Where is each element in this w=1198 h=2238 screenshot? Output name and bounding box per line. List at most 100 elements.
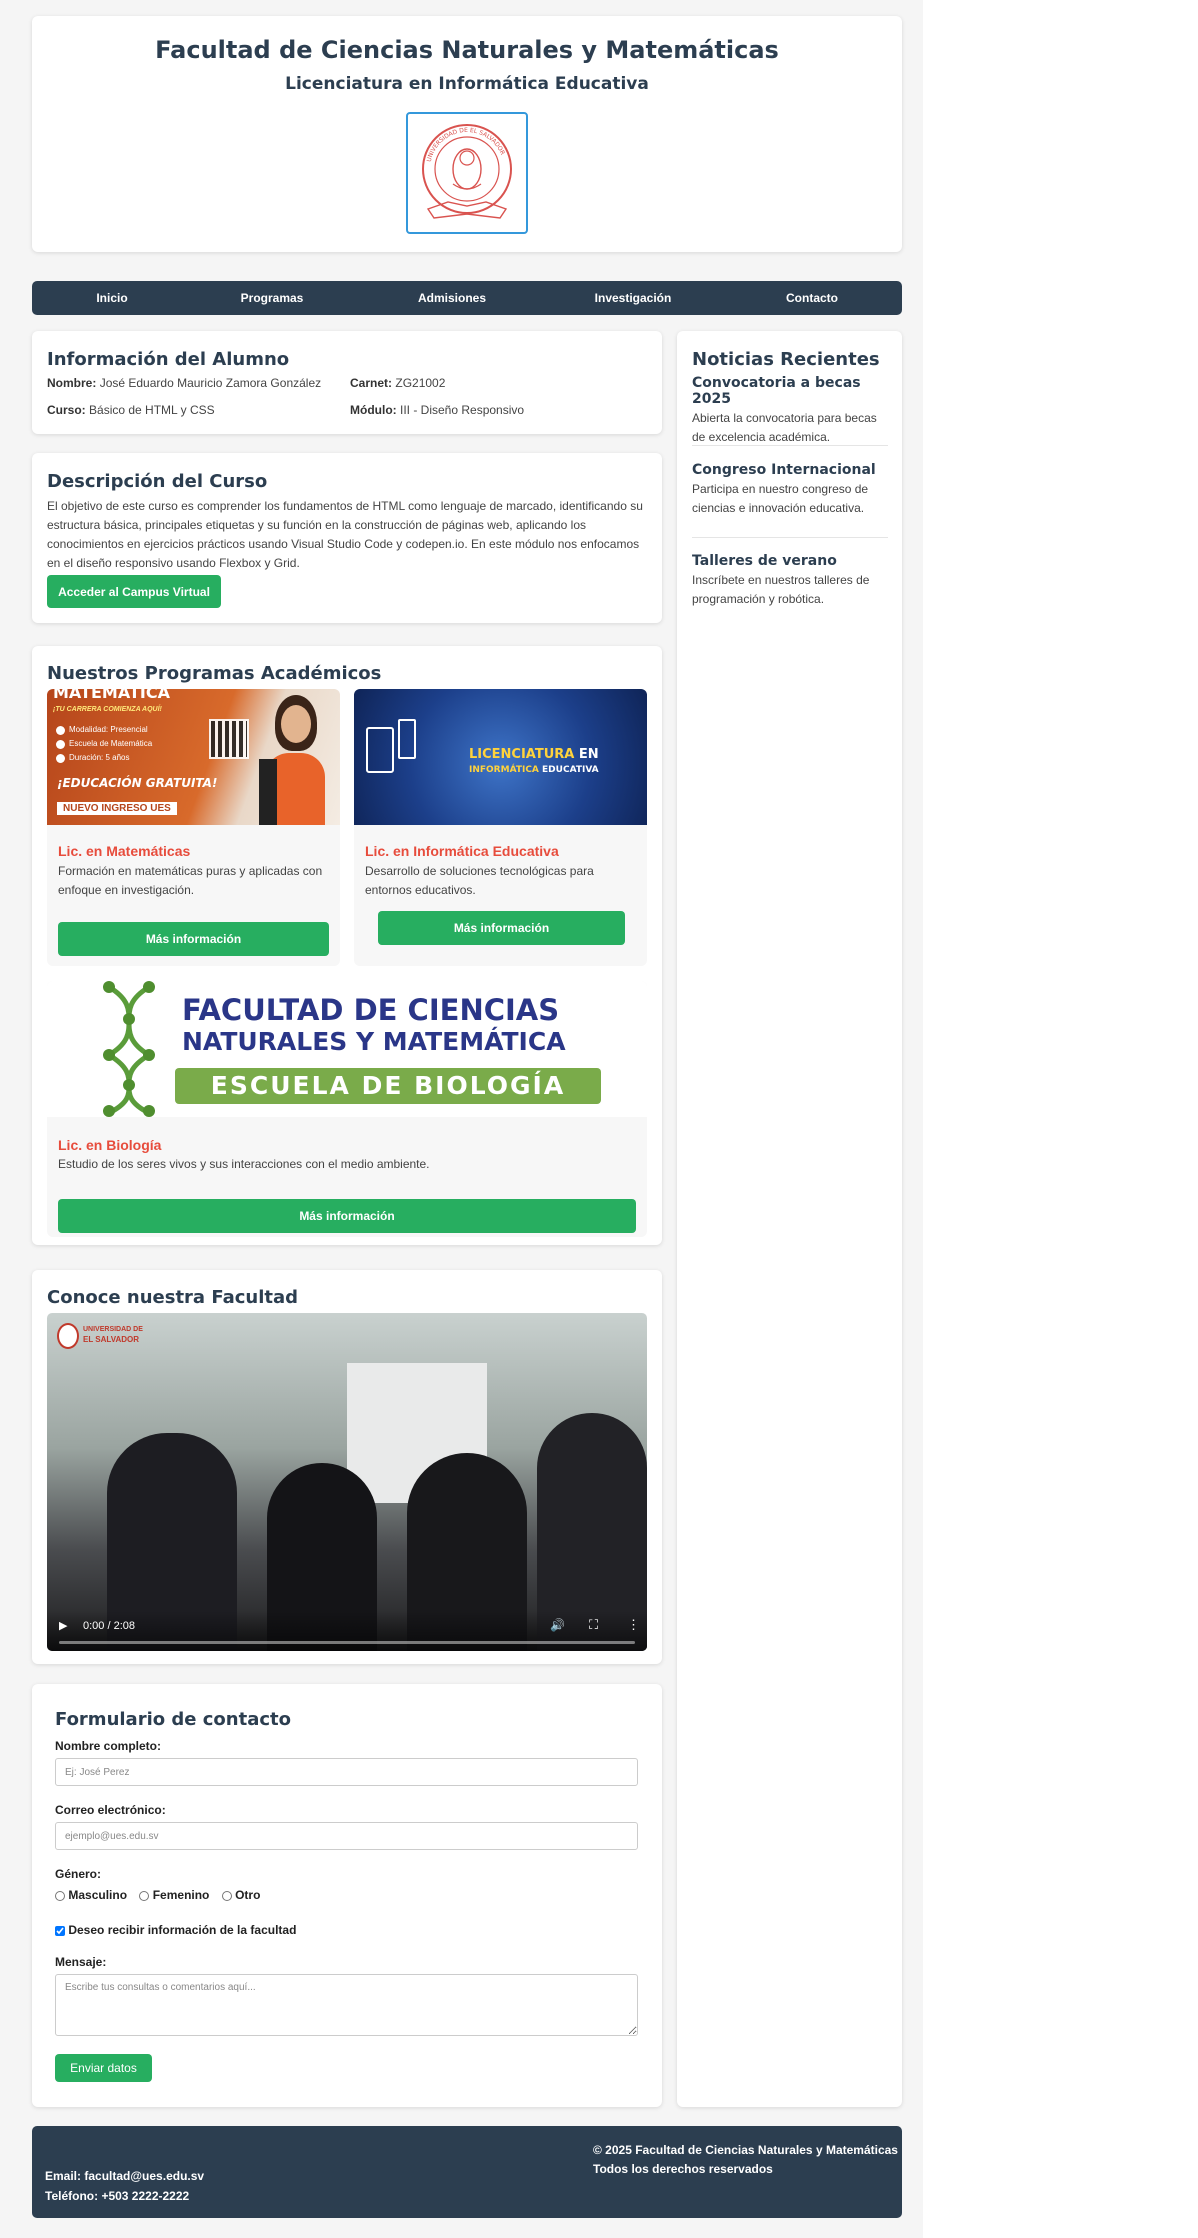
program-desc-informatica: Desarrollo de soluciones tecnológicas pa… [365,864,594,897]
submit-button[interactable]: Enviar datos [55,2054,152,2082]
news-divider [692,537,888,538]
ues-logo-line1: UNIVERSIDAD DE [83,1326,143,1333]
more-info-button-matematicas[interactable]: Más información [58,922,329,956]
news-item-title[interactable]: Talleres de verano [692,553,888,569]
qr-code-icon [209,719,249,759]
news-item-title[interactable]: Congreso Internacional [692,462,888,478]
nav-item-admisiones[interactable]: Admisiones [402,281,502,315]
student-course-value: Básico de HTML y CSS [89,403,215,417]
email-input[interactable] [55,1822,638,1850]
gender-radio-otro[interactable] [221,1890,232,1901]
student-carnet-label: Carnet: [350,376,393,390]
news-item-title[interactable]: Convocatoria a becas 2025 [692,375,888,407]
contact-form-card: Formulario de contacto Nombre completo: … [32,1684,662,2107]
nav-item-inicio[interactable]: Inicio [72,281,152,315]
more-options-icon[interactable]: ⋮ [627,1617,640,1633]
biology-line-1: FACULTAD DE CIENCIAS [182,993,560,1027]
page-title: Facultad de Ciencias Naturales y Matemát… [155,36,779,64]
footer-copyright: © 2025 Facultad de Ciencias Naturales y … [593,2143,898,2157]
ues-logo-line2: EL SALVADOR [83,1335,140,1344]
check-icon [56,740,65,749]
main-nav: Inicio Programas Admisiones Investigació… [32,281,902,315]
course-description-text: El objetivo de este curso es comprender … [47,499,643,570]
footer-email[interactable]: Email: facultad@ues.edu.sv [45,2169,204,2183]
message-label: Mensaje: [55,1955,107,1969]
nav-item-programas[interactable]: Programas [222,281,322,315]
program-image-biologia: FACULTAD DE CIENCIAS NATURALES Y MATEMÁT… [47,981,647,1117]
course-description-card: Descripción del Curso El objetivo de est… [32,453,662,623]
devices-icon [398,719,416,759]
more-info-button-informatica[interactable]: Más información [378,911,625,945]
message-textarea[interactable] [55,1974,638,2036]
student-name-value: José Eduardo Mauricio Zamora González [99,376,322,390]
seal-icon: UNIVERSIDAD DE EL SALVADOR [422,124,512,219]
nav-item-contacto[interactable]: Contacto [772,281,852,315]
gender-radio-femenino[interactable] [139,1890,150,1901]
math-bullet-1: Modalidad: Presencial [69,725,148,734]
student-photo [259,695,325,825]
programs-heading: Nuestros Programas Académicos [47,663,382,684]
program-title-biologia: Lic. en Biología [58,1137,162,1153]
fullscreen-icon[interactable]: ⛶ [589,1617,598,1633]
video-time: 0:00 / 2:08 [83,1620,135,1632]
student-course-row: Curso: Básico de HTML y CSS [47,403,215,417]
check-icon [56,754,65,763]
biology-line-3: ESCUELA DE BIOLOGÍA [175,1068,601,1104]
gender-radio-masculino[interactable] [55,1890,65,1901]
news-item-text: Participa en nuestro congreso de ciencia… [692,482,869,515]
news-divider [692,445,888,446]
footer-phone: Teléfono: +503 2222-2222 [45,2189,190,2203]
news-sidebar: Noticias Recientes Convocatoria a becas … [677,331,902,2107]
student-info-card: Información del Alumno Nombre: José Edua… [32,331,662,434]
gender-option-label: Masculino [68,1888,128,1902]
program-card-biologia: FACULTAD DE CIENCIAS NATURALES Y MATEMÁT… [47,981,647,1237]
program-desc-biologia: Estudio de los seres vivos y sus interac… [58,1157,430,1171]
footer-rights: Todos los derechos reservados [593,2162,773,2176]
form-heading: Formulario de contacto [55,1709,291,1730]
news-heading: Noticias Recientes [692,349,880,370]
volume-icon[interactable]: 🔊 [550,1618,565,1632]
newsletter-row: Deseo recibir información de la facultad [55,1923,296,1937]
dna-icon [103,981,155,1117]
ues-logo-icon [57,1323,79,1349]
header-card: Facultad de Ciencias Naturales y Matemát… [32,16,902,252]
program-title-informatica: Lic. en Informática Educativa [365,843,559,859]
math-bullet-2: Escuela de Matemática [69,739,153,748]
info-line-2: INFORMÁTICA EDUCATIVA [469,765,599,775]
student-info-heading: Información del Alumno [47,349,290,370]
student-carnet-value: ZG21002 [395,376,446,390]
page-subtitle: Licenciatura en Informática Educativa [285,74,649,94]
more-info-button-biologia[interactable]: Más información [58,1199,636,1233]
name-input[interactable] [55,1758,638,1786]
math-image-top: MATEMÁTICA [53,689,170,702]
student-module-row: Módulo: III - Diseño Responsivo [350,403,524,417]
gender-option-label: Otro [235,1888,261,1902]
video-player[interactable]: UNIVERSIDAD DE EL SALVADOR ▶ 0:00 / 2:08… [47,1313,647,1651]
news-item: Convocatoria a becas 2025 Abierta la con… [692,375,888,447]
program-card-matematicas: MATEMÁTICA ¡TU CARRERA COMIENZA AQUÍ! Mo… [47,689,340,966]
program-card-informatica: LICENCIATURA EN INFORMÁTICA EDUCATIVA Li… [354,689,647,966]
campus-virtual-button[interactable]: Acceder al Campus Virtual [47,575,221,608]
biology-line-2: NATURALES Y MATEMÁTICA [182,1027,566,1056]
math-image-tag: ¡TU CARRERA COMIENZA AQUÍ! [53,706,162,713]
program-desc-matematicas: Formación en matemáticas puras y aplicad… [58,864,323,897]
gender-label: Género: [55,1867,102,1881]
newsletter-checkbox[interactable] [55,1925,65,1936]
math-banner-1: ¡EDUCACIÓN GRATUITA! [57,776,218,790]
video-heading: Conoce nuestra Facultad [47,1287,299,1308]
program-title-matematicas: Lic. en Matemáticas [58,843,191,859]
program-image-informatica: LICENCIATURA EN INFORMÁTICA EDUCATIVA [354,689,647,825]
video-card: Conoce nuestra Facultad UNIVERSIDAD DE E… [32,1270,662,1664]
info-line-1: LICENCIATURA EN [469,747,599,762]
news-item-text: Abierta la convocatoria para becas de ex… [692,411,877,444]
math-banner-2: NUEVO INGRESO UES [57,802,177,815]
news-item: Talleres de verano Inscríbete en nuestro… [692,553,888,609]
check-icon [56,726,65,735]
video-controls: ▶ 0:00 / 2:08 🔊 ⛶ ⋮ [47,1611,647,1651]
university-seal: UNIVERSIDAD DE EL SALVADOR [406,112,528,234]
video-progress-track[interactable] [59,1641,635,1644]
email-label: Correo electrónico: [55,1803,166,1817]
play-icon[interactable]: ▶ [59,1619,67,1632]
student-module-value: III - Diseño Responsivo [400,403,525,417]
nav-item-investigacion[interactable]: Investigación [583,281,683,315]
